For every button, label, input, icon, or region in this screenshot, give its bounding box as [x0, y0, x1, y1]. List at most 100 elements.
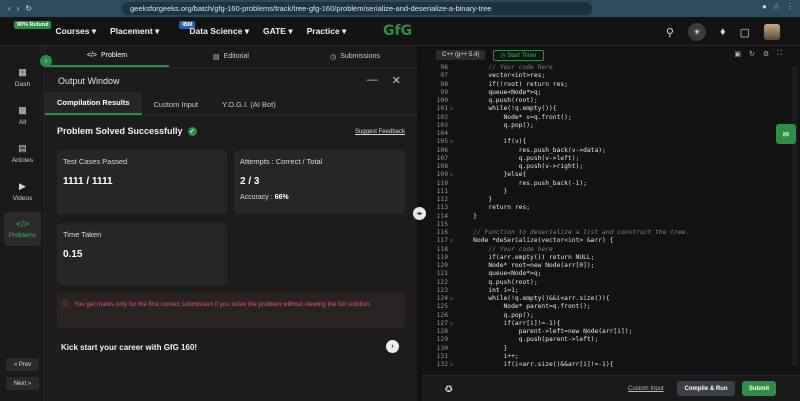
line-number: 118	[436, 245, 448, 253]
code-line[interactable]: 120 Node* root=new Node(arr[0]);	[422, 262, 787, 270]
nav-data-science[interactable]: IBMData Science ▾	[173, 21, 249, 37]
tab-custom-input[interactable]: Custom Input	[142, 100, 211, 115]
nav-practice[interactable]: Practice ▾	[307, 26, 347, 37]
code-line[interactable]: 111 }	[422, 188, 787, 196]
star-icon[interactable]: ☆	[773, 2, 780, 11]
code-line[interactable]: 122 q.push(root);	[422, 279, 787, 287]
code-line[interactable]: 108 q.push(v->right);	[422, 163, 787, 171]
tab-yogi-ai-bot[interactable]: Y.O.G.I. (AI Bot)	[210, 100, 288, 115]
code-line[interactable]: 106 res.push_back(v->data);	[422, 147, 787, 155]
tab-problem[interactable]: </> Problem	[45, 46, 169, 67]
bookmark-icon[interactable]: ▢	[740, 26, 750, 39]
compile-run-button[interactable]: Compile & Run	[677, 381, 735, 396]
fold-icon[interactable]: v	[450, 237, 458, 245]
sidebar-item-videos[interactable]: ▶ Videos	[4, 174, 41, 208]
code-line[interactable]: 103 q.pop();	[422, 122, 787, 130]
nav-placement[interactable]: Placement ▾	[110, 26, 159, 37]
code-line[interactable]: 114 }	[422, 213, 787, 221]
code-line[interactable]: 104	[422, 130, 787, 138]
code-line[interactable]: 99 queue<Node*>q;	[422, 89, 787, 97]
reload-icon[interactable]: ↻	[25, 4, 32, 13]
suggest-feedback-link[interactable]: Suggest Feedback	[355, 129, 405, 135]
tab-submissions[interactable]: ◷ Submissions	[293, 46, 417, 67]
settings-icon[interactable]: ⚙	[763, 50, 769, 58]
code-line[interactable]: 127 v if(arr[i]!=-1){	[422, 320, 787, 328]
fold-icon[interactable]: v	[450, 171, 458, 179]
code-line[interactable]: 115	[422, 221, 787, 229]
copy-icon[interactable]: ▣	[734, 50, 741, 58]
fold-icon[interactable]: v	[450, 105, 458, 113]
code-line[interactable]: 109 v }else{	[422, 171, 787, 179]
code-text: }	[458, 196, 493, 203]
arrow-right-icon[interactable]: ›	[386, 340, 399, 353]
start-timer-button[interactable]: ◷ Start Timer	[493, 49, 544, 61]
editor-scrollbar[interactable]	[792, 66, 798, 366]
code-line[interactable]: 100 q.push(root);	[422, 97, 787, 105]
code-line[interactable]: 96 // Your code here	[422, 64, 787, 72]
chat-icon[interactable]: ✉	[776, 124, 796, 144]
fold-icon[interactable]: v	[450, 320, 458, 328]
sidebar-item-dash[interactable]: ▦ Dash	[4, 60, 41, 94]
line-number: 109	[436, 171, 448, 179]
reset-icon[interactable]: ↻	[749, 50, 755, 58]
expand-panel-icon[interactable]: ›	[40, 55, 52, 67]
menu-icon[interactable]: ⋮	[786, 2, 794, 11]
back-icon[interactable]: ‹	[8, 4, 11, 13]
tab-editorial[interactable]: ▤ Editorial	[169, 46, 293, 67]
code-line[interactable]: 128 parent->left=new Node(arr[i]);	[422, 328, 787, 336]
fullscreen-icon[interactable]: ⛶	[777, 50, 782, 58]
code-line[interactable]: 110 res.push_back(-1);	[422, 180, 787, 188]
code-line[interactable]: 97 vector<int>res;	[422, 72, 787, 80]
code-line[interactable]: 101 v while(!q.empty()){	[422, 105, 787, 113]
custom-input-link[interactable]: Custom Input	[628, 386, 664, 392]
code-line[interactable]: 113 return res;	[422, 204, 787, 212]
code-line[interactable]: 126 q.pop();	[422, 312, 787, 320]
code-line[interactable]: 131 i++;	[422, 353, 787, 361]
code-line[interactable]: 125 Node* parent=q.front();	[422, 303, 787, 311]
sidebar-item-articles[interactable]: ▤ Articles	[4, 136, 41, 170]
code-line[interactable]: 129 q.push(parent->left);	[422, 336, 787, 344]
fold-icon[interactable]: v	[450, 138, 458, 146]
sidebar-item-all[interactable]: ▩ All	[4, 98, 41, 132]
prev-button[interactable]: « Prev	[6, 358, 39, 371]
code-line[interactable]: 116 // Function to deserialize a list an…	[422, 229, 787, 237]
code-line[interactable]: 98 if(!root) return res;	[422, 81, 787, 89]
resize-handle-icon[interactable]: ◂▸	[413, 207, 426, 220]
nav-gate[interactable]: GATE ▾	[263, 26, 293, 37]
code-line[interactable]: 130 }	[422, 345, 787, 353]
code-text: }	[458, 187, 508, 195]
tab-compilation-results[interactable]: Compilation Results	[45, 92, 142, 115]
search-icon[interactable]: ⚲	[666, 26, 674, 39]
nav-courses[interactable]: 90% RefundCourses ▾	[14, 21, 96, 37]
gfg160-banner[interactable]: Kick start your career with GfG 160! ›	[57, 336, 405, 358]
code-line[interactable]: 119 if(arr.empty()) return NULL;	[422, 254, 787, 262]
next-button[interactable]: Next »	[6, 377, 39, 390]
fold-icon[interactable]: v	[450, 361, 458, 369]
code-line[interactable]: 117 v Node *deSerialize(vector<int> &arr)…	[422, 237, 787, 245]
code-line[interactable]: 132 v if(i<arr.size()&&arr[i]!=-1){	[422, 361, 787, 369]
close-icon[interactable]: ✕	[392, 74, 401, 87]
address-bar[interactable]: geeksforgeeks.org/batch/gfg-160-problems…	[122, 2, 592, 15]
avatar[interactable]	[764, 24, 780, 40]
code-line[interactable]: 107 q.push(v->left);	[422, 155, 787, 163]
submit-button[interactable]: Submit	[742, 381, 776, 396]
sidebar-item-problems[interactable]: </> Problems	[4, 212, 41, 246]
code-line[interactable]: 102 Node* v=q.front();	[422, 114, 787, 122]
code-area[interactable]: 96 // Your code here 97 vector<int>res; 98…	[422, 64, 787, 374]
fold-icon[interactable]: v	[450, 295, 458, 303]
code-line[interactable]: 112 }	[422, 196, 787, 204]
code-line[interactable]: 124 v while(!q.empty()&&i<arr.size()){	[422, 295, 787, 303]
gfg-logo[interactable]: GfG	[383, 23, 417, 39]
lightbulb-icon[interactable]: ✪	[445, 384, 453, 395]
code-line[interactable]: 105 v if(v){	[422, 138, 787, 146]
minimize-icon[interactable]: —	[367, 74, 378, 87]
theme-toggle-icon[interactable]: ☀	[687, 23, 706, 41]
code-line[interactable]: 121 queue<Node*>q;	[422, 270, 787, 278]
extension-icon[interactable]: ●	[762, 2, 767, 11]
time-taken-value: 0.15	[63, 249, 83, 260]
code-line[interactable]: 123 int i=1;	[422, 287, 787, 295]
notification-icon[interactable]: ♦	[720, 26, 726, 38]
language-select[interactable]: C++ (g++ 5.4)	[436, 50, 486, 60]
forward-icon[interactable]: ›	[17, 4, 20, 13]
code-line[interactable]: 118 // Your code here	[422, 246, 787, 254]
